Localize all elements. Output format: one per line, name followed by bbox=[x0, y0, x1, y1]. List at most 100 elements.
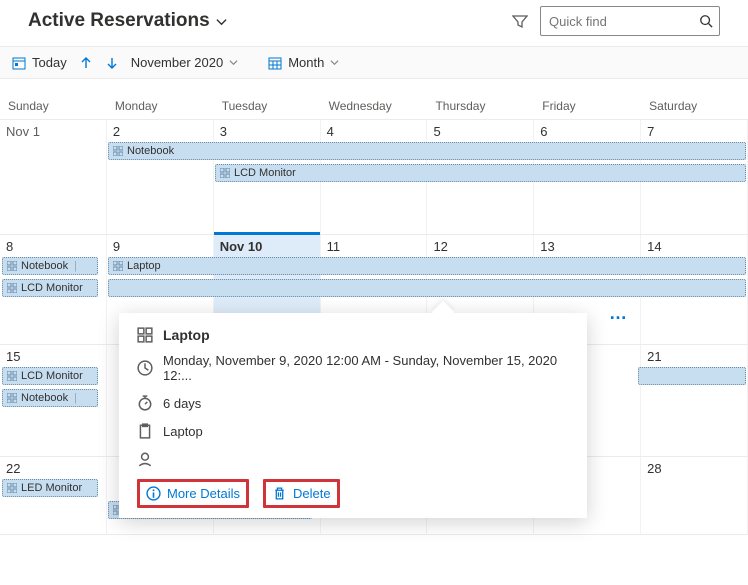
today-label: Today bbox=[32, 55, 67, 70]
grid-icon bbox=[7, 371, 17, 381]
view-header: Active Reservations bbox=[0, 0, 748, 46]
calendar-event[interactable]: Notebook bbox=[108, 142, 746, 160]
info-icon bbox=[146, 486, 161, 501]
calendar-event[interactable] bbox=[638, 367, 746, 385]
today-button[interactable]: Today bbox=[12, 55, 67, 70]
view-title-text: Active Reservations bbox=[28, 10, 210, 32]
view-title[interactable]: Active Reservations bbox=[28, 10, 227, 32]
popup-duration-row: 6 days bbox=[137, 395, 569, 411]
period-label: November 2020 bbox=[131, 55, 224, 70]
event-label: Laptop bbox=[127, 260, 161, 272]
calendar-day[interactable]: Nov 1 bbox=[0, 120, 107, 234]
period-selector[interactable]: November 2020 bbox=[131, 55, 239, 70]
day-number: 21 bbox=[647, 349, 661, 364]
popup-item: Laptop bbox=[163, 424, 203, 439]
filter-icon[interactable] bbox=[512, 13, 528, 29]
event-label: Notebook bbox=[21, 392, 68, 404]
calendar-day[interactable]: 21 bbox=[641, 345, 748, 456]
weekday-label: Wednesday bbox=[321, 99, 428, 113]
search-input[interactable] bbox=[540, 6, 720, 36]
calendar-event[interactable]: Laptop bbox=[108, 257, 746, 275]
day-number: 12 bbox=[433, 239, 447, 254]
calendar-toolbar: Today November 2020 Month bbox=[0, 46, 748, 79]
calendar-icon bbox=[12, 56, 26, 70]
popup-title: Laptop bbox=[163, 327, 210, 343]
more-events-indicator[interactable]: … bbox=[609, 303, 628, 324]
person-icon bbox=[137, 451, 153, 467]
delete-button[interactable]: Delete bbox=[263, 479, 340, 508]
popup-person-row bbox=[137, 451, 569, 467]
chevron-down-icon bbox=[229, 58, 238, 67]
event-label: LCD Monitor bbox=[21, 282, 83, 294]
calendar-event[interactable]: Notebook| bbox=[2, 257, 98, 275]
calendar-icon bbox=[268, 56, 282, 70]
calendar-event[interactable]: LCD Monitor bbox=[2, 367, 98, 385]
event-label: LCD Monitor bbox=[21, 370, 83, 382]
calendar-event[interactable]: Notebook| bbox=[2, 389, 98, 407]
grid-icon bbox=[7, 393, 17, 403]
view-mode-label: Month bbox=[288, 55, 324, 70]
popup-duration: 6 days bbox=[163, 396, 201, 411]
popup-actions: More Details Delete bbox=[137, 479, 569, 508]
clipboard-icon bbox=[137, 423, 153, 439]
day-number: 11 bbox=[327, 239, 341, 254]
day-number: 7 bbox=[647, 124, 654, 139]
calendar-event[interactable] bbox=[108, 279, 746, 297]
popup-time-row: Monday, November 9, 2020 12:00 AM - Sund… bbox=[137, 353, 569, 383]
view-mode-selector[interactable]: Month bbox=[268, 55, 339, 70]
weekday-label: Tuesday bbox=[214, 99, 321, 113]
stopwatch-icon bbox=[137, 395, 153, 411]
weekday-header: Sunday Monday Tuesday Wednesday Thursday… bbox=[0, 79, 748, 120]
delete-label: Delete bbox=[293, 486, 331, 501]
day-number: 3 bbox=[220, 124, 227, 139]
day-number: Nov 10 bbox=[220, 239, 263, 254]
day-number: Nov 1 bbox=[6, 124, 40, 139]
calendar-day[interactable]: 28 bbox=[641, 457, 748, 534]
weekday-label: Saturday bbox=[641, 99, 748, 113]
weekday-label: Thursday bbox=[427, 99, 534, 113]
grid-icon bbox=[113, 146, 123, 156]
chevron-down-icon bbox=[330, 58, 339, 67]
today-indicator bbox=[214, 232, 320, 235]
search-button[interactable] bbox=[696, 11, 716, 31]
weekday-label: Monday bbox=[107, 99, 214, 113]
grid-icon bbox=[137, 327, 153, 343]
grid-icon bbox=[7, 261, 17, 271]
search-container bbox=[540, 6, 720, 36]
event-label: LCD Monitor bbox=[234, 167, 296, 179]
arrow-down-icon[interactable] bbox=[105, 56, 119, 70]
day-number: 6 bbox=[540, 124, 547, 139]
day-number: 22 bbox=[6, 461, 20, 476]
calendar-week: Nov 1 2 3 4 5 6 7 Notebook LCD Monitor bbox=[0, 120, 748, 235]
popup-time: Monday, November 9, 2020 12:00 AM - Sund… bbox=[163, 353, 569, 383]
day-number: 15 bbox=[6, 349, 20, 364]
grid-icon bbox=[220, 168, 230, 178]
day-number: 4 bbox=[327, 124, 334, 139]
day-number: 2 bbox=[113, 124, 120, 139]
calendar-event[interactable]: LCD Monitor bbox=[215, 164, 746, 182]
grid-icon bbox=[7, 483, 17, 493]
trash-icon bbox=[272, 486, 287, 501]
weekday-label: Friday bbox=[534, 99, 641, 113]
event-label: Notebook bbox=[21, 260, 68, 272]
popup-title-row: Laptop bbox=[137, 327, 569, 343]
day-number: 9 bbox=[113, 239, 120, 254]
grid-icon bbox=[113, 261, 123, 271]
day-number: 8 bbox=[6, 239, 13, 254]
day-number: 28 bbox=[647, 461, 661, 476]
weekday-label: Sunday bbox=[0, 99, 107, 113]
more-details-button[interactable]: More Details bbox=[137, 479, 249, 508]
day-number: 13 bbox=[540, 239, 554, 254]
day-number: 5 bbox=[433, 124, 440, 139]
event-popup: Laptop Monday, November 9, 2020 12:00 AM… bbox=[119, 313, 587, 518]
more-details-label: More Details bbox=[167, 486, 240, 501]
grid-icon bbox=[7, 283, 17, 293]
event-label: LED Monitor bbox=[21, 482, 82, 494]
day-number: 14 bbox=[647, 239, 661, 254]
event-label: Notebook bbox=[127, 145, 174, 157]
search-icon bbox=[699, 14, 713, 28]
calendar-event[interactable]: LED Monitor bbox=[2, 479, 98, 497]
arrow-up-icon[interactable] bbox=[79, 56, 93, 70]
calendar-event[interactable]: LCD Monitor bbox=[2, 279, 98, 297]
calendar-day[interactable]: 2 bbox=[107, 120, 214, 234]
